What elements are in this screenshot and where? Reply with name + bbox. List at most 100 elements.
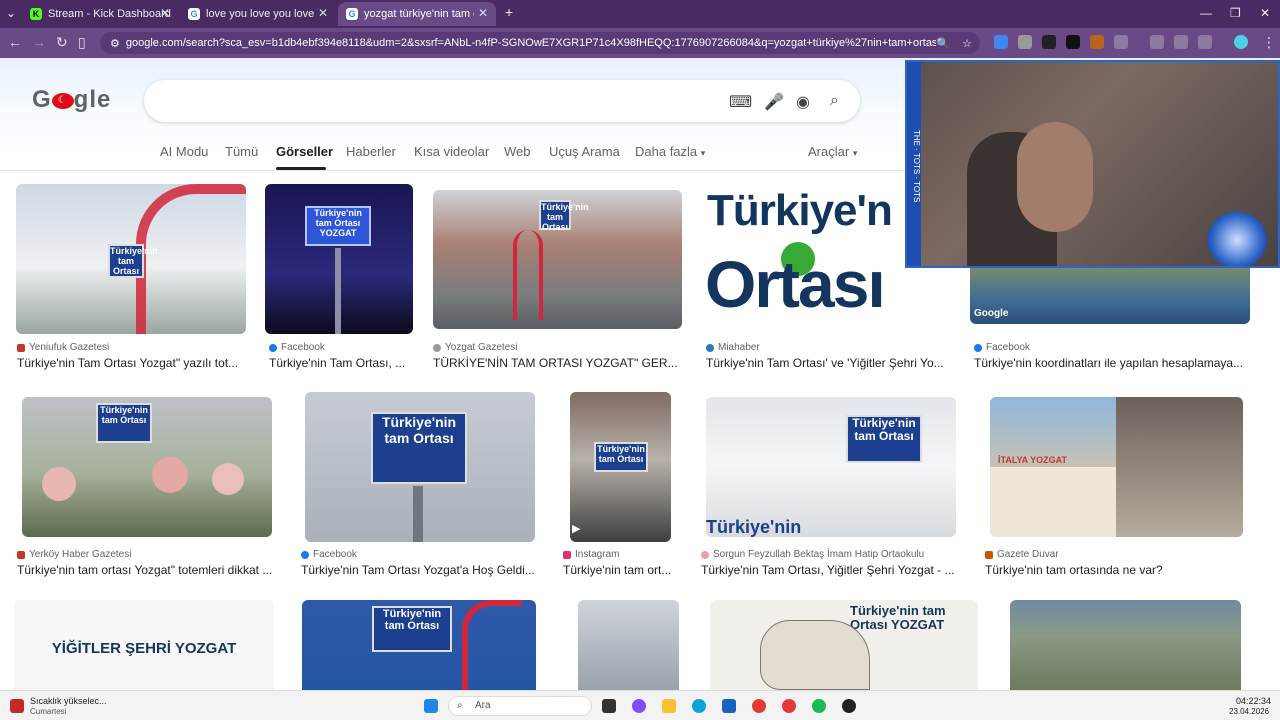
tab-flights[interactable]: Uçuş Arama xyxy=(549,144,620,159)
result-source[interactable]: Facebook xyxy=(974,342,1030,353)
tab-short-videos[interactable]: Kısa videolar xyxy=(414,144,489,159)
result-source[interactable]: Facebook xyxy=(269,342,325,353)
result-caption[interactable]: Türkiye'nin tam ortasında ne var? xyxy=(985,563,1245,577)
address-bar[interactable]: ⚙ google.com/search?sca_esv=b1db4ebf394e… xyxy=(100,32,980,54)
tab-kick-dashboard[interactable]: K Stream - Kick Dashboard ✕ xyxy=(22,2,178,26)
clock-time[interactable]: 04:22:34 xyxy=(1236,696,1271,706)
zoom-icon[interactable]: 🔍 xyxy=(936,37,950,50)
tab-all[interactable]: Tümü xyxy=(225,144,258,159)
chrome-icon[interactable] xyxy=(752,699,766,713)
site-info-icon[interactable]: ⚙ xyxy=(110,37,120,50)
image-result-thumbnail[interactable]: Türkiye'nin tam Ortası Türkiye'nin xyxy=(706,397,956,537)
result-caption[interactable]: Türkiye'nin Tam Ortası Yozgat" yazılı to… xyxy=(17,356,246,370)
close-tab-icon[interactable]: ✕ xyxy=(478,6,488,20)
spotify-icon[interactable] xyxy=(812,699,826,713)
restore-icon[interactable]: ❐ xyxy=(1230,6,1241,20)
tab-love-you[interactable]: G love you love you love you şarkı ✕ xyxy=(180,2,336,26)
tab-web[interactable]: Web xyxy=(504,144,531,159)
back-icon[interactable]: ← xyxy=(8,34,22,50)
taskbar-search[interactable]: ⌕ Ara xyxy=(448,696,592,716)
bookmark-star-icon[interactable]: ☆ xyxy=(962,37,972,50)
result-caption[interactable]: TÜRKİYE'NİN TAM ORTASI YOZGAT" GER... xyxy=(433,356,682,370)
image-result-thumbnail[interactable]: Türkiye'nin tam Ortası YOZGAT xyxy=(265,184,413,334)
tab-search-icon[interactable]: ⌄ xyxy=(6,6,16,20)
google-logo[interactable]: G ☾ gle xyxy=(32,86,111,114)
search-bar[interactable]: ⌨ 🎤 ◉ ⌕ xyxy=(144,80,860,122)
tab-ai-mode[interactable]: AI Modu xyxy=(160,144,208,159)
copilot-icon[interactable] xyxy=(632,699,646,713)
start-windows-icon[interactable] xyxy=(424,699,438,713)
result-source[interactable]: Facebook xyxy=(301,549,357,560)
close-tab-icon[interactable]: ✕ xyxy=(160,6,170,20)
extension-icon[interactable] xyxy=(1150,35,1164,49)
keyboard-icon[interactable]: ⌨ xyxy=(729,92,752,112)
extension-icon[interactable] xyxy=(994,35,1008,49)
image-result-thumbnail[interactable]: Türkiye'nin tam Ortası YOZGAT xyxy=(710,600,978,690)
microphone-icon[interactable]: 🎤 xyxy=(764,92,784,112)
edge-icon[interactable] xyxy=(692,699,706,713)
tab-news[interactable]: Haberler xyxy=(346,144,396,159)
result-source[interactable]: Yozgat Gazetesi xyxy=(433,342,517,353)
image-result-thumbnail[interactable]: Türkiye'nin tam Ortası xyxy=(22,397,272,537)
tools-button[interactable]: Araçlar ▾ xyxy=(808,144,857,159)
result-source[interactable]: Gazete Duvar xyxy=(985,549,1059,560)
image-result-thumbnail[interactable]: Türkiye'nin tam Ortası xyxy=(305,392,535,542)
task-view-icon[interactable] xyxy=(602,699,616,713)
result-source[interactable]: Miahaber xyxy=(706,342,760,353)
image-result-thumbnail[interactable]: Türkiye'nin tam Ortası ▶ xyxy=(570,392,671,542)
image-result-thumbnail[interactable]: Türkiye'nin tam Ortası xyxy=(302,600,536,690)
forward-icon[interactable]: → xyxy=(32,34,46,50)
result-source[interactable]: Yerköy Haber Gazetesi xyxy=(17,549,131,560)
image-result-thumbnail[interactable] xyxy=(578,600,679,690)
tab-images[interactable]: Görseller xyxy=(276,144,333,159)
old-photo xyxy=(1116,397,1243,537)
result-caption[interactable]: Türkiye'nin tam ort... xyxy=(563,563,677,577)
menu-icon[interactable]: ⋮ xyxy=(1262,34,1276,51)
source-favicon-icon xyxy=(985,550,993,559)
weather-icon[interactable] xyxy=(10,699,24,713)
store-icon[interactable] xyxy=(722,699,736,713)
result-source[interactable]: Instagram xyxy=(563,549,619,560)
result-source[interactable]: Yeniufuk Gazetesi xyxy=(17,342,109,353)
reload-icon[interactable]: ↻ xyxy=(56,34,68,51)
overlay-brand-strip: THE · TOTS · TOTS xyxy=(907,62,921,266)
extension-icon[interactable] xyxy=(1042,35,1056,49)
tab-yozgat-search[interactable]: G yozgat türkiye'nin tam ortası - G ✕ xyxy=(338,2,496,26)
tab-more[interactable]: Daha fazla ▾ xyxy=(635,144,705,159)
sign-image: Türkiye'nin tam Ortası YOZGAT xyxy=(305,206,371,246)
result-caption[interactable]: Türkiye'nin tam ortası Yozgat" totemleri… xyxy=(17,563,277,577)
result-caption[interactable]: Türkiye'nin Tam Ortası Yozgat'a Hoş Geld… xyxy=(301,563,541,577)
close-tab-icon[interactable]: ✕ xyxy=(318,6,328,20)
image-result-thumbnail[interactable]: YİĞİTLER ŞEHRİ YOZGAT xyxy=(14,600,274,690)
minimize-icon[interactable]: — xyxy=(1200,6,1212,20)
extensions-puzzle-icon[interactable] xyxy=(1114,35,1128,49)
extension-icon[interactable] xyxy=(1066,35,1080,49)
obs-icon[interactable] xyxy=(842,699,856,713)
image-result-thumbnail[interactable]: Google xyxy=(970,264,1250,324)
weather-title[interactable]: Sıcaklık yükselec... xyxy=(30,696,107,706)
rose-shape xyxy=(42,467,76,501)
search-input[interactable] xyxy=(160,90,720,112)
new-tab-button[interactable]: + xyxy=(505,4,513,20)
video-play-icon[interactable]: ▶ xyxy=(572,522,580,535)
result-source[interactable]: Sorgun Feyzullah Bektaş İmam Hatip Ortao… xyxy=(701,549,924,560)
image-result-thumbnail[interactable]: Türkiye'nin tam Ortası xyxy=(433,190,682,329)
download-icon[interactable] xyxy=(1198,35,1212,49)
lens-icon[interactable]: ◉ xyxy=(796,92,810,112)
result-caption[interactable]: Türkiye'nin Tam Ortası, Yiğitler Şehri Y… xyxy=(701,563,961,577)
file-explorer-icon[interactable] xyxy=(662,699,676,713)
close-window-icon[interactable]: ✕ xyxy=(1260,6,1270,20)
side-panel-icon[interactable]: ▯ xyxy=(78,34,86,51)
image-result-thumbnail[interactable]: Türkiye'nin tam Ortası xyxy=(16,184,246,334)
opera-icon[interactable] xyxy=(782,699,796,713)
result-caption[interactable]: Türkiye'nin koordinatları ile yapılan he… xyxy=(974,356,1250,370)
history-icon[interactable] xyxy=(1174,35,1188,49)
result-caption[interactable]: Türkiye'nin Tam Ortası, ... xyxy=(269,356,413,370)
image-result-thumbnail[interactable]: İTALYA YOZGAT xyxy=(990,397,1243,537)
extension-icon[interactable] xyxy=(1018,35,1032,49)
profile-avatar[interactable] xyxy=(1234,35,1248,49)
image-result-thumbnail[interactable] xyxy=(1010,600,1241,690)
search-icon[interactable]: ⌕ xyxy=(830,92,839,110)
result-caption[interactable]: Türkiye'nin Tam Ortası' ve 'Yiğitler Şeh… xyxy=(706,356,954,370)
extension-icon[interactable] xyxy=(1090,35,1104,49)
